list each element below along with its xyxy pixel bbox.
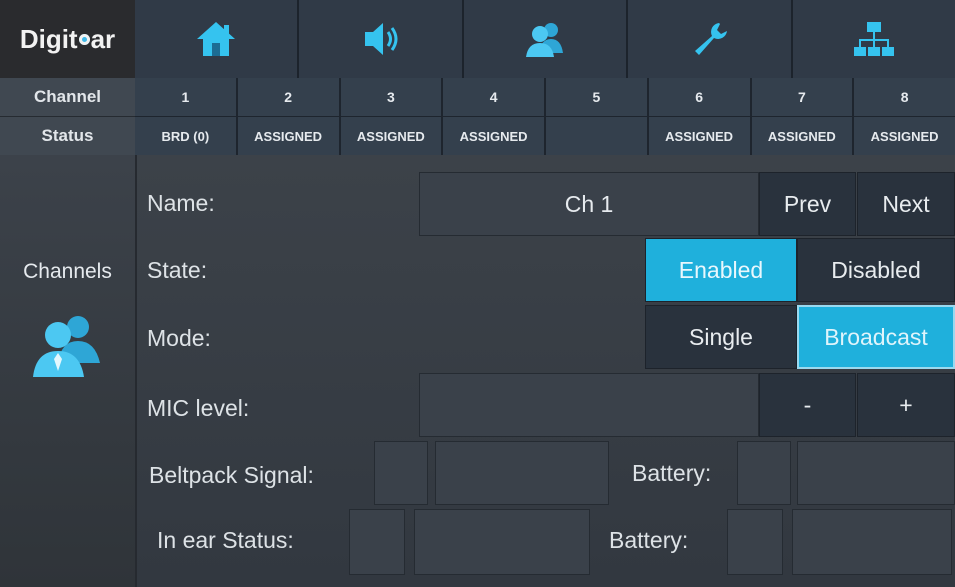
channel-status-8: ASSIGNED [854, 117, 955, 156]
nav-settings-button[interactable] [628, 0, 793, 78]
channel-tabs: 1 2 3 4 5 6 7 8 [135, 78, 955, 117]
nav-home-button[interactable] [135, 0, 300, 78]
channel-status-2: ASSIGNED [237, 117, 341, 156]
mic-level-field [419, 373, 759, 437]
brand-logo: Digit ar [0, 0, 135, 78]
state-label: State: [147, 257, 208, 283]
network-icon [853, 22, 894, 56]
channel-tab-1[interactable]: 1 [135, 78, 238, 117]
speaker-icon [364, 23, 398, 55]
users-icon [526, 23, 564, 57]
users-icon [33, 316, 100, 377]
next-button[interactable]: Next [857, 172, 955, 236]
logo-dot-icon [78, 33, 90, 45]
in-ear-battery-bar [792, 509, 952, 575]
nav-network-button[interactable] [792, 0, 955, 78]
mic-increase-button[interactable]: + [857, 373, 955, 437]
logo-text-end: ar [90, 23, 116, 54]
mode-single-button[interactable]: Single [645, 305, 797, 369]
channel-status-5 [546, 117, 649, 156]
beltpack-battery-indicator [737, 441, 791, 505]
status-row: BRD (0) ASSIGNED ASSIGNED ASSIGNED ASSIG… [135, 117, 955, 156]
name-field[interactable]: Ch 1 [419, 172, 759, 236]
state-disabled-button[interactable]: Disabled [797, 238, 955, 302]
beltpack-signal-indicator [374, 441, 428, 505]
in-ear-status-label: In ear Status: [157, 527, 294, 553]
channel-settings-panel: Name: Ch 1 Prev Next State: Enabled Disa… [137, 155, 955, 587]
name-label: Name: [147, 190, 215, 216]
mic-level-label: MIC level: [147, 395, 250, 421]
in-ear-battery-indicator [727, 509, 783, 575]
mode-broadcast-button[interactable]: Broadcast [797, 305, 955, 369]
screen: Digit ar Channel 1 2 3 4 5 6 7 8 Status … [0, 0, 955, 587]
channel-status-4: ASSIGNED [443, 117, 546, 156]
beltpack-signal-bar [435, 441, 609, 505]
channel-tab-6[interactable]: 6 [648, 78, 752, 117]
sidebar: Channels [0, 155, 137, 587]
channel-tab-4[interactable]: 4 [443, 78, 546, 117]
channel-tab-8[interactable]: 8 [854, 78, 955, 117]
channel-tab-3[interactable]: 3 [340, 78, 444, 117]
prev-button[interactable]: Prev [759, 172, 856, 236]
beltpack-battery-bar [797, 441, 955, 505]
nav-users-button[interactable] [463, 0, 629, 78]
status-row-label: Status [0, 117, 135, 156]
in-ear-status-bar [414, 509, 590, 575]
logo-text: igit [38, 23, 78, 54]
home-icon [197, 22, 236, 56]
channel-status-7: ASSIGNED [751, 117, 855, 156]
sidebar-channels-label: Channels [23, 260, 112, 283]
channel-tab-5[interactable]: 5 [546, 78, 649, 117]
beltpack-signal-label: Beltpack Signal: [149, 462, 314, 488]
top-navigation [135, 0, 955, 78]
channel-tab-2[interactable]: 2 [237, 78, 341, 117]
channel-status-6: ASSIGNED [648, 117, 752, 156]
mic-decrease-button[interactable]: - [759, 373, 856, 437]
channel-row-label: Channel [0, 78, 135, 117]
mode-label: Mode: [147, 325, 211, 351]
in-ear-battery-label: Battery: [609, 527, 689, 553]
channel-tab-7[interactable]: 7 [751, 78, 855, 117]
beltpack-battery-label: Battery: [632, 460, 712, 486]
state-enabled-button[interactable]: Enabled [645, 238, 797, 302]
logo-first-letter: D [19, 23, 39, 54]
in-ear-status-indicator [349, 509, 405, 575]
channel-status-3: ASSIGNED [340, 117, 444, 156]
channel-status-1: BRD (0) [135, 117, 238, 156]
wrench-icon [695, 23, 728, 55]
nav-audio-button[interactable] [299, 0, 464, 78]
